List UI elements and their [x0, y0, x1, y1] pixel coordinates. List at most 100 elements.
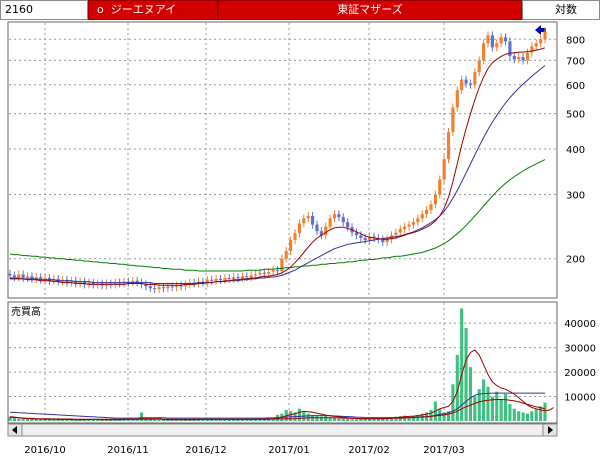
price-candle	[394, 232, 398, 236]
price-candle	[262, 272, 266, 274]
volume-bar	[12, 418, 16, 421]
volume-bar	[482, 379, 486, 421]
price-y-tick-label: 800	[566, 35, 585, 46]
price-candle	[21, 274, 25, 279]
volume-y-tick-label: 30000	[564, 344, 596, 355]
price-candle	[543, 31, 547, 40]
price-candle	[311, 215, 315, 225]
price-candle	[363, 237, 367, 241]
volume-bar	[17, 418, 21, 421]
price-candle	[12, 275, 16, 278]
x-tick-label: 2016/12	[185, 445, 227, 456]
price-candle	[214, 278, 218, 281]
volume-bar	[341, 418, 345, 421]
volume-bar	[508, 403, 512, 421]
price-candle	[17, 274, 21, 278]
price-candle	[539, 39, 543, 44]
volume-y-tick-label: 10000	[564, 393, 596, 404]
price-candle	[328, 218, 332, 227]
price-candle	[25, 276, 30, 279]
volume-bar	[376, 419, 380, 421]
volume-bar	[354, 419, 359, 421]
x-tick-label: 2017/02	[348, 445, 390, 456]
price-candle	[153, 288, 157, 290]
price-candle	[249, 275, 253, 278]
price-candle	[289, 240, 293, 251]
price-candle	[161, 287, 166, 289]
price-candle	[460, 79, 464, 91]
volume-bar	[517, 411, 521, 421]
volume-bar	[503, 394, 508, 421]
price-candle	[455, 90, 459, 108]
price-candle	[210, 279, 214, 281]
price-candle	[534, 43, 538, 47]
price-candle	[271, 270, 275, 272]
price-candle	[218, 278, 223, 280]
price-candle	[442, 159, 446, 180]
price-candle	[346, 222, 350, 228]
price-candle	[503, 37, 508, 42]
volume-bar	[534, 408, 538, 421]
volume-bar	[157, 420, 161, 421]
price-candle	[464, 79, 468, 84]
volume-bar	[499, 398, 503, 421]
price-candle	[521, 57, 525, 61]
price-candle	[495, 43, 499, 48]
volume-bar	[332, 418, 337, 421]
volume-bar	[21, 418, 25, 421]
volume-bar	[486, 386, 490, 421]
price-candle	[223, 278, 227, 280]
volume-bar	[34, 419, 38, 421]
volume-bar	[350, 419, 354, 421]
volume-bar	[135, 419, 139, 421]
volume-bar	[289, 411, 293, 421]
price-candle	[157, 287, 161, 290]
volume-bar	[525, 413, 530, 421]
price-candle	[284, 250, 288, 259]
price-candle	[148, 286, 152, 289]
volume-bar	[25, 419, 30, 421]
price-candle	[407, 224, 411, 227]
volume-bar	[315, 416, 319, 421]
scroll-left-button[interactable]	[7, 423, 23, 437]
price-candle	[245, 276, 249, 278]
price-candle	[499, 37, 503, 44]
price-candle	[411, 222, 416, 225]
price-candle	[302, 218, 306, 224]
price-candle	[232, 277, 236, 279]
volume-bar	[148, 419, 152, 421]
price-candle	[315, 224, 319, 232]
price-candle	[446, 132, 451, 160]
price-candle	[236, 277, 240, 279]
price-candle	[517, 57, 521, 60]
volume-bar	[530, 411, 534, 421]
price-candle	[525, 52, 530, 61]
price-candle	[170, 286, 174, 288]
price-candle	[473, 72, 477, 85]
price-candle	[438, 179, 442, 195]
volume-bar	[297, 408, 302, 421]
price-candle	[280, 258, 284, 272]
x-tick-label: 2017/01	[268, 445, 310, 456]
price-candle	[227, 278, 231, 280]
price-candle	[433, 194, 437, 205]
price-candle	[512, 55, 516, 60]
price-candle	[337, 214, 341, 218]
price-candle	[354, 232, 359, 236]
price-candle	[324, 226, 328, 236]
price-candle	[253, 274, 258, 276]
horizontal-scrollbar[interactable]	[7, 423, 558, 437]
price-candle	[8, 273, 12, 276]
volume-bar	[153, 419, 157, 421]
scroll-right-button[interactable]	[542, 423, 558, 437]
price-candle	[297, 223, 302, 234]
price-candle	[425, 210, 429, 215]
x-tick-label: 2017/03	[423, 445, 465, 456]
price-y-tick-label: 300	[566, 191, 585, 202]
price-candle	[451, 107, 455, 133]
price-candle	[240, 276, 244, 279]
price-candle	[267, 271, 271, 274]
volume-bar	[521, 412, 525, 421]
volume-bar	[363, 419, 367, 421]
volume-bar	[468, 367, 473, 421]
